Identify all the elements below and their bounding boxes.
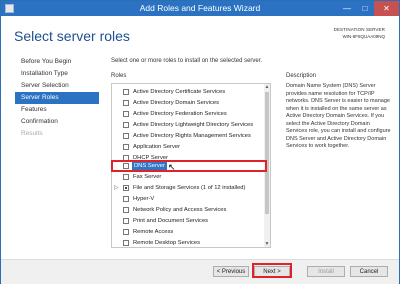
role-checkbox[interactable] [123,185,129,191]
role-checkbox[interactable] [123,207,129,213]
role-item[interactable]: Print and Document Services [112,216,262,227]
role-label: Active Directory Federation Services [133,111,227,117]
description-header: Description [286,73,317,79]
role-item[interactable]: Active Directory Lightweight Directory S… [112,120,262,131]
role-label: File and Storage Services (1 of 12 insta… [133,185,246,191]
role-checkbox[interactable] [123,100,129,106]
role-checkbox[interactable] [123,133,129,139]
role-checkbox[interactable] [123,174,129,180]
role-label: Fax Server [133,174,162,180]
role-checkbox[interactable] [123,144,129,150]
role-checkbox[interactable] [123,229,129,235]
expand-icon[interactable]: ▷ [114,183,119,194]
page-title: Select server roles [14,28,130,44]
nav-item-server-selection[interactable]: Server Selection [15,80,99,92]
nav-item-confirmation[interactable]: Confirmation [15,116,99,128]
nav-item-before-you-begin[interactable]: Before You Begin [15,56,99,68]
role-item[interactable]: Active Directory Certificate Services [112,87,262,98]
scroll-thumb[interactable] [265,92,269,214]
wizard-nav: Before You Begin Installation Type Serve… [15,56,99,140]
role-label: Print and Document Services [133,218,209,224]
role-item[interactable]: ▷ File and Storage Services (1 of 12 inst… [112,183,262,194]
role-item[interactable]: Active Directory Rights Management Servi… [112,131,262,142]
destination-server-name: WIN-8F8QUAA09NQ [342,34,385,39]
role-label: Active Directory Rights Management Servi… [133,133,251,139]
close-button[interactable]: ✕ [374,1,399,16]
destination-server-label: DESTINATION SERVER [333,27,385,32]
role-item[interactable]: Remote Desktop Services [112,238,262,247]
role-item[interactable]: Remote Access [112,227,262,238]
previous-button[interactable]: < Previous [213,266,249,277]
role-checkbox[interactable] [123,111,129,117]
role-item[interactable]: Hyper-V [112,194,262,205]
minimize-button[interactable]: — [338,1,356,16]
role-description: Domain Name System (DNS) Server provides… [286,83,391,149]
role-label: Remote Desktop Services [133,240,201,246]
dns-server-highlight [111,160,267,172]
role-item[interactable]: Active Directory Federation Services [112,109,262,120]
wizard-window: Add Roles and Features Wizard — □ ✕ Sele… [0,0,400,284]
maximize-button[interactable]: □ [356,1,374,16]
role-label: Active Directory Certificate Services [133,89,226,95]
role-checkbox[interactable] [123,218,129,224]
instruction-text: Select one or more roles to install on t… [111,58,263,64]
scroll-up-icon[interactable]: ▲ [264,84,270,90]
role-checkbox[interactable] [123,89,129,95]
role-item[interactable]: Active Directory Domain Services [112,98,262,109]
nav-item-features[interactable]: Features [15,104,99,116]
role-item[interactable]: Network Policy and Access Services [112,205,262,216]
role-label: Active Directory Lightweight Directory S… [133,122,254,128]
role-item[interactable]: Application Server [112,142,262,153]
cancel-button[interactable]: Cancel [350,266,388,277]
role-label: Application Server [133,144,181,150]
role-label: Hyper-V [133,196,155,202]
next-button-highlight [252,263,292,278]
role-checkbox[interactable] [123,240,129,246]
role-checkbox[interactable] [123,122,129,128]
nav-item-server-roles[interactable]: Server Roles [15,92,99,104]
roles-header: Roles [111,73,127,79]
role-label: Active Directory Domain Services [133,100,220,106]
nav-item-installation-type[interactable]: Installation Type [15,68,99,80]
install-button: Install [307,266,345,277]
role-checkbox[interactable] [123,196,129,202]
wizard-footer: < Previous Next > Install Cancel [1,259,399,284]
role-label: Network Policy and Access Services [133,207,227,213]
scroll-down-icon[interactable]: ▼ [264,241,270,247]
title-bar[interactable]: Add Roles and Features Wizard — □ ✕ [1,1,399,16]
mouse-cursor-icon: ↖ [168,162,176,172]
role-label: Remote Access [133,229,174,235]
nav-item-results: Results [21,130,43,137]
role-item[interactable]: Fax Server [112,172,262,183]
